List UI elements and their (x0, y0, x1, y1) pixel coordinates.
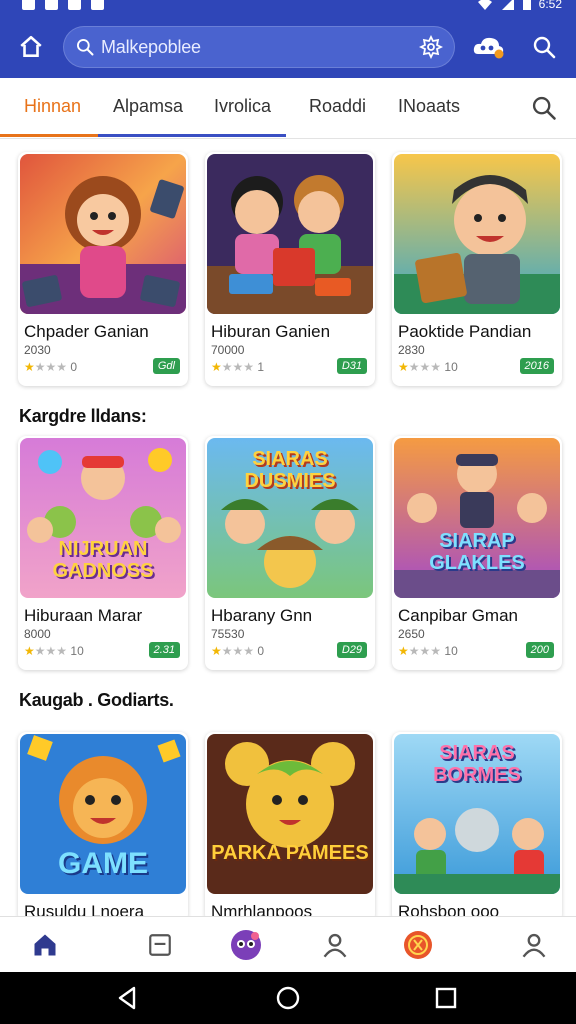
card-rating: ★★★★ 0 (24, 360, 78, 374)
recents-icon[interactable] (432, 984, 460, 1012)
game-thumbnail: SIARAS DUSMIES (207, 438, 373, 598)
nav-profile[interactable] (317, 927, 353, 963)
game-card[interactable]: Paoktide Pandian 2830 ★★★★ 10 2016 (392, 152, 562, 386)
reward-badge-icon (404, 931, 432, 959)
game-thumbnail (20, 154, 186, 314)
card-rating: ★★★★ 0 (211, 644, 265, 658)
nav-games[interactable] (228, 927, 264, 963)
game-thumbnail: PARKA PAMEES (207, 734, 373, 894)
active-tab-indicator (0, 134, 98, 137)
card-subtitle: 8000 (24, 627, 51, 641)
card-subtitle: 75530 (211, 627, 245, 641)
card-title: Canpibar Gman (398, 606, 519, 625)
game-card[interactable]: GAME Rusuldu Lnoera (18, 732, 188, 922)
card-rating: ★★★★ 1 (211, 360, 265, 374)
thumbnail-title: SIARAP GLAKLES (429, 530, 525, 574)
game-card[interactable]: Hiburan Ganien 70000 ★★★★ 1 D31 (205, 152, 375, 386)
card-rating: ★★★★ 10 (398, 644, 458, 658)
game-card[interactable]: PARKA PAMEES Nmrhlanpoos (205, 732, 375, 922)
card-subtitle: 70000 (211, 343, 245, 357)
section-title: Kaugab . Godiarts. (19, 690, 174, 710)
card-badge: D29 (336, 642, 367, 658)
notification-icon (45, 0, 58, 10)
settings-icon[interactable] (419, 35, 443, 59)
card-title: Hiburaan Marar (24, 606, 143, 625)
thumbnail-title: PARKA PAMEES (211, 842, 369, 864)
search-icon (77, 39, 94, 56)
search-icon (533, 36, 556, 59)
status-time: 6:52 (538, 0, 562, 11)
card-title: Chpader Ganian (24, 322, 149, 341)
nav-rewards[interactable] (400, 927, 436, 963)
game-thumbnail: NIJRUAN GADNOSS (20, 438, 186, 598)
top-app-bar: Malkepoblee (0, 14, 576, 78)
card-badge: D31 (336, 358, 367, 374)
tab-inoaats[interactable]: INoaats (398, 96, 460, 117)
tab-hinnan[interactable]: Hinnan (24, 96, 81, 117)
game-card[interactable]: Chpader Ganian 2030 ★★★★ 0 Gdl (18, 152, 188, 386)
card-badge: 2.31 (148, 642, 180, 658)
game-card[interactable]: SIARAP GLAKLES Canpibar Gman 2650 ★★★★ 1… (392, 436, 562, 670)
card-badge: Gdl (152, 358, 180, 374)
thumbnail-title: NIJRUAN GADNOSS (52, 538, 154, 582)
game-thumbnail: GAME (20, 734, 186, 894)
tab-search-icon[interactable] (530, 94, 558, 122)
home-icon (34, 934, 56, 956)
card-rating: ★★★★ 10 (398, 360, 458, 374)
status-bar: 6:52 (0, 0, 576, 14)
notification-icons (22, 0, 104, 10)
system-navigation-bar (0, 972, 576, 1024)
tab-indicator-secondary (98, 134, 286, 137)
card-subtitle: 2030 (24, 343, 51, 357)
tab-roaddi[interactable]: Roaddi (309, 96, 366, 117)
person-icon (522, 933, 546, 958)
back-icon[interactable] (114, 984, 142, 1012)
nav-library[interactable] (142, 927, 178, 963)
person-icon (323, 933, 347, 958)
card-rating: ★★★★ 10 (24, 644, 84, 658)
game-thumbnail (394, 154, 560, 314)
card-badge: 2016 (519, 358, 554, 374)
card-title: Hbarany Gnn (211, 606, 313, 625)
card-title: Hiburan Ganien (211, 322, 331, 341)
category-tabs: Hinnan Alpamsa Ivrolica Roaddi INoaats (0, 78, 576, 139)
signal-icon (501, 0, 514, 10)
search-input[interactable]: Malkepoblee (63, 26, 455, 68)
notification-icon (91, 0, 104, 10)
notification-icon (68, 0, 81, 10)
search-placeholder: Malkepoblee (101, 37, 201, 57)
battery-icon (522, 0, 531, 10)
game-avatar-icon (231, 930, 261, 960)
game-card[interactable]: SIARAS BORMES Rohsbon ooo (392, 732, 562, 922)
section-title: Kargdre lldans: (19, 406, 147, 426)
home-icon (20, 35, 42, 57)
cloud-icon (473, 37, 504, 59)
tab-alpamsa[interactable]: Alpamsa (113, 96, 183, 117)
notification-icon (22, 0, 35, 10)
game-card[interactable]: SIARAS DUSMIES Hbarany Gnn 75530 ★★★★ 0 … (205, 436, 375, 670)
thumbnail-title: SIARAS DUSMIES (244, 448, 336, 492)
game-card[interactable]: NIJRUAN GADNOSS Hiburaan Marar 8000 ★★★★… (18, 436, 188, 670)
search-button[interactable] (528, 32, 560, 62)
card-title: Paoktide Pandian (398, 322, 532, 341)
thumbnail-title: SIARAS BORMES (433, 742, 521, 786)
status-icons: 6:52 (477, 0, 562, 11)
nav-home[interactable] (27, 927, 63, 963)
game-thumbnail: SIARAP GLAKLES (394, 438, 560, 598)
card-subtitle: 2650 (398, 627, 425, 641)
game-thumbnail (207, 154, 373, 314)
document-icon (149, 934, 171, 956)
card-badge: 200 (525, 642, 554, 658)
card-subtitle: 2830 (398, 343, 425, 357)
thumbnail-title: GAME (58, 847, 148, 880)
wifi-icon (477, 0, 492, 10)
nav-account[interactable] (516, 927, 552, 963)
home-button[interactable] (14, 32, 48, 62)
home-circle-icon[interactable] (274, 984, 302, 1012)
bottom-navigation (0, 916, 576, 973)
game-thumbnail: SIARAS BORMES (394, 734, 560, 894)
cloud-notification-button[interactable] (470, 32, 508, 62)
tab-ivrolica[interactable]: Ivrolica (214, 96, 271, 117)
